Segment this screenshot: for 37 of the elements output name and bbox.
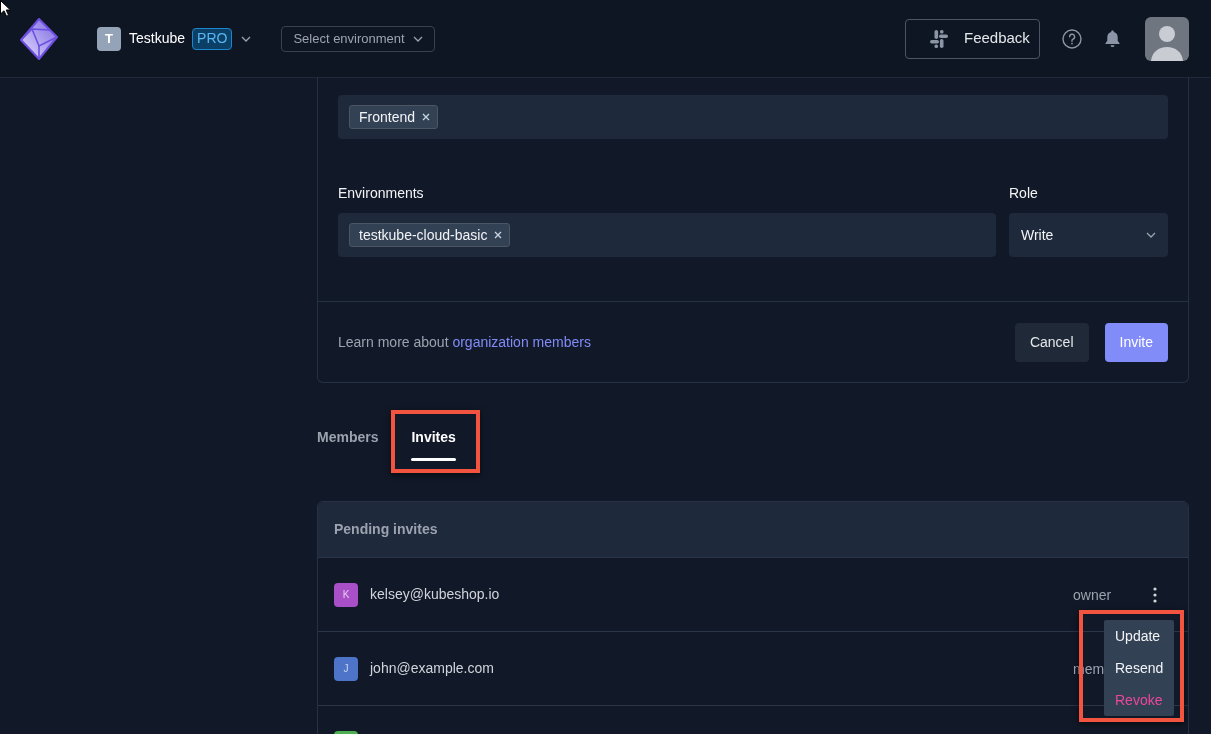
panel-title: Pending invites [334,520,438,539]
cancel-button[interactable]: Cancel [1014,322,1089,362]
feedback-button[interactable]: Feedback [905,18,1040,59]
tag-chip[interactable]: Frontend [349,105,439,129]
tab[interactable]: Invites [411,427,456,461]
environment-select[interactable]: Select environment [281,25,435,52]
help-text: Learn more about organization members [338,332,591,352]
logo-icon[interactable] [20,17,58,60]
user-initial-avatar: J [334,656,358,681]
chevron-down-icon[interactable] [241,35,252,42]
help-icon[interactable] [1062,28,1082,49]
org-name[interactable]: Testkube [129,28,186,49]
mouse-cursor-icon [0,0,11,17]
environments-field[interactable]: testkube-cloud-basic [338,213,996,257]
chevron-down-icon [412,35,423,42]
chevron-down-icon [1146,232,1156,238]
user-avatar-icon[interactable] [1145,16,1189,61]
email-text: john@example.com [370,659,494,678]
hash-logo-icon [930,29,948,48]
menu-item[interactable]: Resend [1104,652,1175,684]
teams-field[interactable]: Frontend [338,95,1168,139]
field-label: Environments [338,184,425,203]
email-text: kelsey@kubeshop.io [370,585,500,604]
tab[interactable]: Members [317,427,379,447]
notification-bell-icon[interactable] [1105,30,1120,47]
org-initial-avatar: T [97,26,121,51]
field-label: Role [1009,184,1039,203]
remove-icon[interactable] [422,113,431,121]
user-initial-avatar: K [334,582,358,607]
plan-badge: PRO [192,27,233,50]
role-text: owner [1073,586,1112,603]
organization-members-link[interactable]: organization members [452,333,591,350]
tag-chip[interactable]: testkube-cloud-basic [349,223,511,247]
more-options-icon[interactable] [1153,586,1157,603]
remove-icon[interactable] [494,231,503,239]
role-select[interactable]: Write [1009,213,1168,257]
menu-item[interactable]: Update [1104,620,1175,652]
